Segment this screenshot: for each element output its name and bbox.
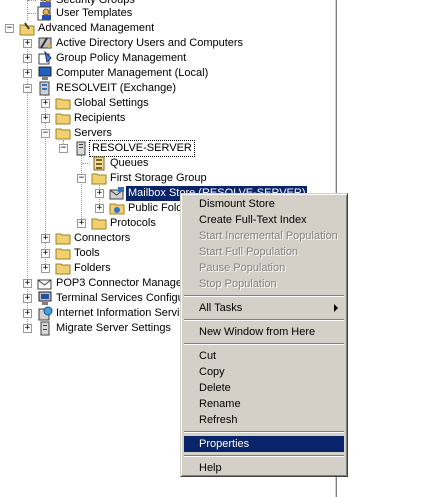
folder-tools-icon	[19, 21, 35, 36]
tree-item-label: Folders	[74, 262, 111, 274]
menu-item-copy[interactable]: Copy	[184, 364, 344, 380]
details-pane	[337, 0, 444, 497]
folder-icon	[55, 261, 71, 276]
tree-item-label: Active Directory Users and Computers	[56, 37, 244, 49]
folder-icon	[55, 126, 71, 141]
menu-item-properties[interactable]: Properties	[184, 436, 344, 452]
tree-item-label: POP3 Connector Manager	[56, 277, 186, 289]
tree-item-recipients[interactable]: + Recipients	[0, 111, 334, 126]
tree-item-label: Computer Management (Local)	[56, 67, 209, 79]
menu-separator	[184, 455, 344, 457]
tree-item-global-settings[interactable]: + Global Settings	[0, 96, 334, 111]
tree-item-label: Advanced Management	[38, 22, 155, 34]
folder-icon	[91, 171, 107, 186]
tree-item-label: Tools	[74, 247, 100, 259]
tree-item-label: Global Settings	[74, 97, 149, 109]
tree-item-label: RESOLVEIT (Exchange)	[56, 82, 177, 94]
tree-item-label: Queues	[110, 157, 149, 169]
folder-icon	[55, 96, 71, 111]
collapse-icon[interactable]: −	[77, 174, 86, 183]
collapse-icon[interactable]: −	[41, 129, 50, 138]
tree-item-label: Group Policy Management	[56, 52, 187, 64]
tree-item-active-directory[interactable]: + Active Directory Users and Computers	[0, 36, 334, 51]
iis-icon	[37, 306, 53, 321]
menu-item-start-full-population[interactable]: Start Full Population	[184, 244, 344, 260]
menu-item-pause-population[interactable]: Pause Population	[184, 260, 344, 276]
menu-item-rename[interactable]: Rename	[184, 396, 344, 412]
menu-item-delete[interactable]: Delete	[184, 380, 344, 396]
submenu-arrow-icon	[334, 304, 338, 312]
expand-icon[interactable]: +	[23, 54, 32, 63]
menu-item-help[interactable]: Help	[184, 460, 344, 476]
expand-icon[interactable]: +	[77, 219, 86, 228]
tree-item-label: First Storage Group	[110, 172, 207, 184]
menu-separator	[184, 319, 344, 321]
tree-item-exchange-org[interactable]: − RESOLVEIT (Exchange)	[0, 81, 334, 96]
menu-item-cut[interactable]: Cut	[184, 348, 344, 364]
folder-icon	[55, 231, 71, 246]
menu-item-stop-population[interactable]: Stop Population	[184, 276, 344, 292]
collapse-icon[interactable]: −	[59, 144, 68, 153]
computer-icon	[37, 66, 53, 81]
expand-icon[interactable]: +	[23, 294, 32, 303]
collapse-icon[interactable]: −	[5, 24, 14, 33]
expand-icon[interactable]: +	[41, 114, 50, 123]
context-menu: Dismount Store Create Full-Text Index St…	[180, 193, 348, 477]
group-policy-icon	[37, 50, 53, 66]
menu-item-all-tasks[interactable]: All Tasks	[184, 300, 344, 316]
menu-separator	[184, 343, 344, 345]
menu-separator	[184, 431, 344, 433]
mailbox-store-icon	[109, 186, 125, 201]
tree-item-computer-management[interactable]: + Computer Management (Local)	[0, 66, 334, 81]
public-folder-icon	[109, 201, 125, 216]
expand-icon[interactable]: +	[95, 204, 104, 213]
pop3-icon	[37, 276, 53, 291]
expand-icon[interactable]: +	[95, 189, 104, 198]
migrate-icon	[37, 321, 53, 336]
menu-item-dismount-store[interactable]: Dismount Store	[184, 196, 344, 212]
expand-icon[interactable]: +	[41, 234, 50, 243]
queues-icon	[91, 156, 107, 171]
tree-item-label: Migrate Server Settings	[56, 322, 171, 334]
tree-item-queues[interactable]: Queues	[0, 156, 334, 171]
menu-item-new-window[interactable]: New Window from Here	[184, 324, 344, 340]
tree-item-label: Protocols	[110, 217, 156, 229]
expand-icon[interactable]: +	[23, 309, 32, 318]
menu-item-refresh[interactable]: Refresh	[184, 412, 344, 428]
collapse-icon[interactable]: −	[23, 84, 32, 93]
menu-item-create-full-text-index[interactable]: Create Full-Text Index	[184, 212, 344, 228]
tree-item-resolve-server[interactable]: − RESOLVE-SERVER	[0, 140, 334, 157]
folder-icon	[55, 111, 71, 126]
tree-item-label: Recipients	[74, 112, 126, 124]
expand-icon[interactable]: +	[23, 324, 32, 333]
tree-item-label: User Templates	[56, 7, 133, 19]
terminal-services-icon	[37, 291, 53, 306]
tree-item-advanced-management[interactable]: − Advanced Management	[0, 21, 334, 36]
tree-item-user-templates[interactable]: User Templates	[0, 6, 334, 21]
expand-icon[interactable]: +	[23, 279, 32, 288]
user-template-icon	[37, 6, 53, 21]
tree-item-group-policy[interactable]: + Group Policy Management	[0, 50, 334, 66]
server-icon	[73, 141, 89, 156]
expand-icon[interactable]: +	[23, 69, 32, 78]
folder-icon	[91, 216, 107, 231]
expand-icon[interactable]: +	[41, 264, 50, 273]
expand-icon[interactable]: +	[23, 39, 32, 48]
active-directory-icon	[37, 36, 53, 51]
tree-item-label: Connectors	[74, 232, 131, 244]
expand-icon[interactable]: +	[41, 249, 50, 258]
tree-item-servers[interactable]: − Servers	[0, 126, 334, 141]
exchange-icon	[37, 81, 53, 96]
tree-item-label: RESOLVE-SERVER	[89, 140, 195, 157]
folder-icon	[55, 246, 71, 261]
tree-item-first-storage-group[interactable]: − First Storage Group	[0, 171, 334, 186]
expand-icon[interactable]: +	[41, 99, 50, 108]
tree-item-label: Internet Information Services	[56, 307, 197, 319]
menu-item-start-incremental-population[interactable]: Start Incremental Population	[184, 228, 344, 244]
menu-separator	[184, 295, 344, 297]
tree-item-label: Servers	[74, 127, 112, 139]
